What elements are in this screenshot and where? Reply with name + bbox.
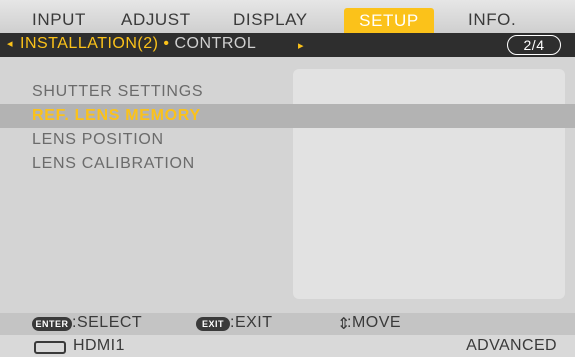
tab-setup[interactable]: SETUP	[344, 8, 434, 35]
menu-item-ref-lens-memory[interactable]: REF. LENS MEMORY	[16, 104, 296, 128]
next-page-label[interactable]: CONTROL	[174, 35, 256, 52]
menu-item-lens-position[interactable]: LENS POSITION	[16, 128, 296, 152]
move-hint: :MOVE	[347, 314, 402, 331]
enter-key-icon: ENTER	[32, 317, 72, 331]
tab-bar: INPUT ADJUST DISPLAY SETUP INFO.	[0, 0, 575, 35]
menu-item-shutter-settings[interactable]: SHUTTER SETTINGS	[16, 80, 296, 104]
status-footer: HDMI1 ADVANCED	[0, 335, 575, 357]
left-arrow-icon[interactable]: ◂	[7, 37, 13, 50]
menu-mode: ADVANCED	[466, 337, 557, 354]
help-bar: ENTER :SELECT EXIT :EXIT ⇕ :MOVE	[0, 313, 575, 335]
exit-hint: :EXIT	[230, 314, 273, 331]
tab-input[interactable]: INPUT	[32, 6, 86, 33]
osd-window: INPUT ADJUST DISPLAY SETUP INFO. ◂ INSTA…	[0, 0, 575, 357]
sub-header: ◂ INSTALLATION(2) • CONTROL ▸ 2/4	[0, 33, 575, 57]
breadcrumb: INSTALLATION(2) • CONTROL	[20, 35, 256, 53]
current-page-label: INSTALLATION(2)	[20, 35, 159, 52]
tab-adjust[interactable]: ADJUST	[121, 6, 191, 33]
input-source: HDMI1	[73, 337, 125, 354]
tab-info[interactable]: INFO.	[468, 6, 516, 33]
page-indicator: 2/4	[507, 35, 561, 55]
select-hint: :SELECT	[72, 314, 143, 331]
menu-item-lens-calibration[interactable]: LENS CALIBRATION	[16, 152, 296, 176]
hdmi-icon	[34, 341, 66, 354]
exit-key-icon: EXIT	[196, 317, 230, 331]
right-arrow-icon[interactable]: ▸	[298, 39, 304, 52]
tab-display[interactable]: DISPLAY	[233, 6, 308, 33]
separator-dot: •	[158, 35, 175, 52]
